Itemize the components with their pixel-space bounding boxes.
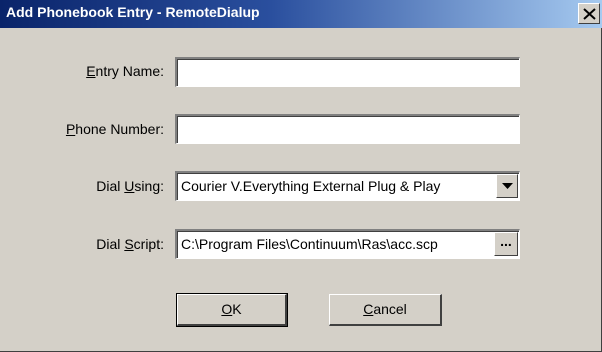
ok-button[interactable]: OK: [176, 293, 288, 327]
close-button[interactable]: [578, 3, 600, 24]
add-phonebook-entry-dialog: Add Phonebook Entry - RemoteDialup Entry…: [0, 0, 602, 352]
cancel-button[interactable]: Cancel: [329, 294, 442, 326]
dial-using-select[interactable]: Courier V.Everything External Plug & Pla…: [175, 171, 520, 201]
close-icon: [583, 8, 596, 20]
dial-using-label: Dial Using:: [96, 178, 164, 194]
phone-number-label: Phone Number:: [65, 121, 164, 137]
phone-number-input[interactable]: [175, 114, 520, 144]
dial-script-value[interactable]: C:\Program Files\Continuum\Ras\acc.scp: [181, 236, 438, 252]
window-title: Add Phonebook Entry - RemoteDialup: [6, 4, 260, 20]
dial-script-label: Dial Script:: [96, 236, 164, 252]
entry-name-input[interactable]: [175, 57, 520, 87]
dial-using-dropdown-button[interactable]: [496, 174, 518, 198]
entry-name-label: Entry Name:: [86, 63, 164, 79]
dial-using-value: Courier V.Everything External Plug & Pla…: [181, 178, 441, 194]
browse-button[interactable]: ...: [494, 232, 518, 256]
title-bar[interactable]: Add Phonebook Entry - RemoteDialup: [0, 0, 602, 28]
dial-script-field[interactable]: C:\Program Files\Continuum\Ras\acc.scp .…: [175, 229, 520, 259]
chevron-down-icon: [502, 183, 513, 189]
